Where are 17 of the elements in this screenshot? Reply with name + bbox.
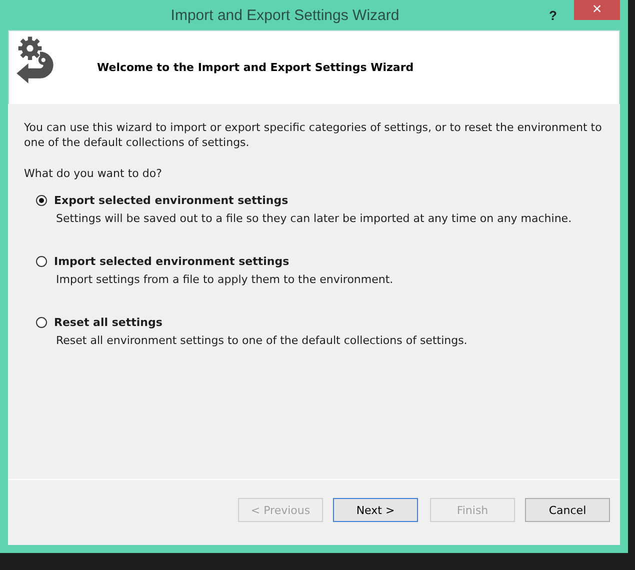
radio-button[interactable] — [36, 256, 47, 267]
close-button[interactable]: × — [574, 0, 620, 20]
radio-button[interactable] — [36, 317, 47, 328]
help-button[interactable]: ? — [542, 5, 564, 25]
window-title: Import and Export Settings Wizard — [170, 6, 400, 24]
option-label[interactable]: Reset all settings — [54, 316, 162, 329]
intro-text: You can use this wizard to import or export specific categories of settings, or to reset the environment to one of the default collections of settings. — [24, 120, 603, 150]
option-label[interactable]: Export selected environment settings — [54, 194, 288, 207]
option-description: Settings will be saved out to a file so they can later be imported at any time on any machine. — [56, 212, 573, 225]
option-label[interactable]: Import selected environment settings — [54, 255, 290, 268]
option-description: Reset all environment settings to one of the default collections of settings. — [56, 334, 468, 347]
option-description: Import settings from a file to apply them to the environment. — [56, 273, 394, 286]
radio-button[interactable] — [36, 195, 47, 206]
wizard-button[interactable]: Cancel — [525, 498, 610, 522]
wizard-button[interactable]: Next > — [333, 498, 418, 522]
wizard-heading: Welcome to the Import and Export Settings Wizard — [97, 61, 414, 74]
question-text: What do you want to do? — [24, 167, 163, 180]
